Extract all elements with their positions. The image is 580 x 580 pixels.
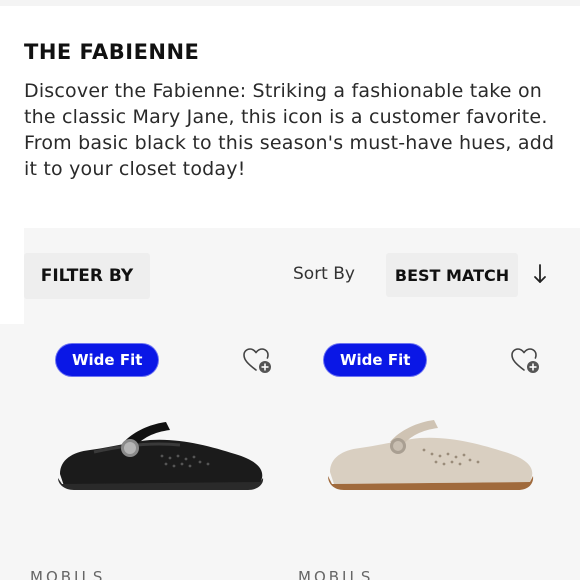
sort-dropdown[interactable]: BEST MATCH — [386, 253, 518, 297]
arrow-down-icon[interactable] — [530, 262, 550, 286]
wide-fit-badge: Wide Fit — [326, 346, 425, 374]
top-strip — [0, 0, 580, 6]
sort-label: Sort By — [293, 264, 355, 284]
heart-plus-icon[interactable] — [510, 346, 542, 376]
collection-description: Discover the Fabienne: Striking a fashio… — [24, 80, 555, 180]
product-brand: MOBILS — [298, 568, 374, 580]
wide-fit-badge: Wide Fit — [58, 346, 157, 374]
product-image[interactable] — [320, 412, 540, 502]
product-image[interactable] — [50, 412, 270, 502]
product-brand: MOBILS — [30, 568, 106, 580]
page-title: THE FABIENNE — [24, 40, 200, 64]
filter-button[interactable]: FILTER BY — [24, 253, 150, 299]
heart-plus-icon[interactable] — [242, 346, 274, 376]
product-card[interactable]: Wide Fit MOBILS — [20, 324, 292, 580]
product-card[interactable]: Wide Fit MOBILS — [290, 324, 562, 580]
